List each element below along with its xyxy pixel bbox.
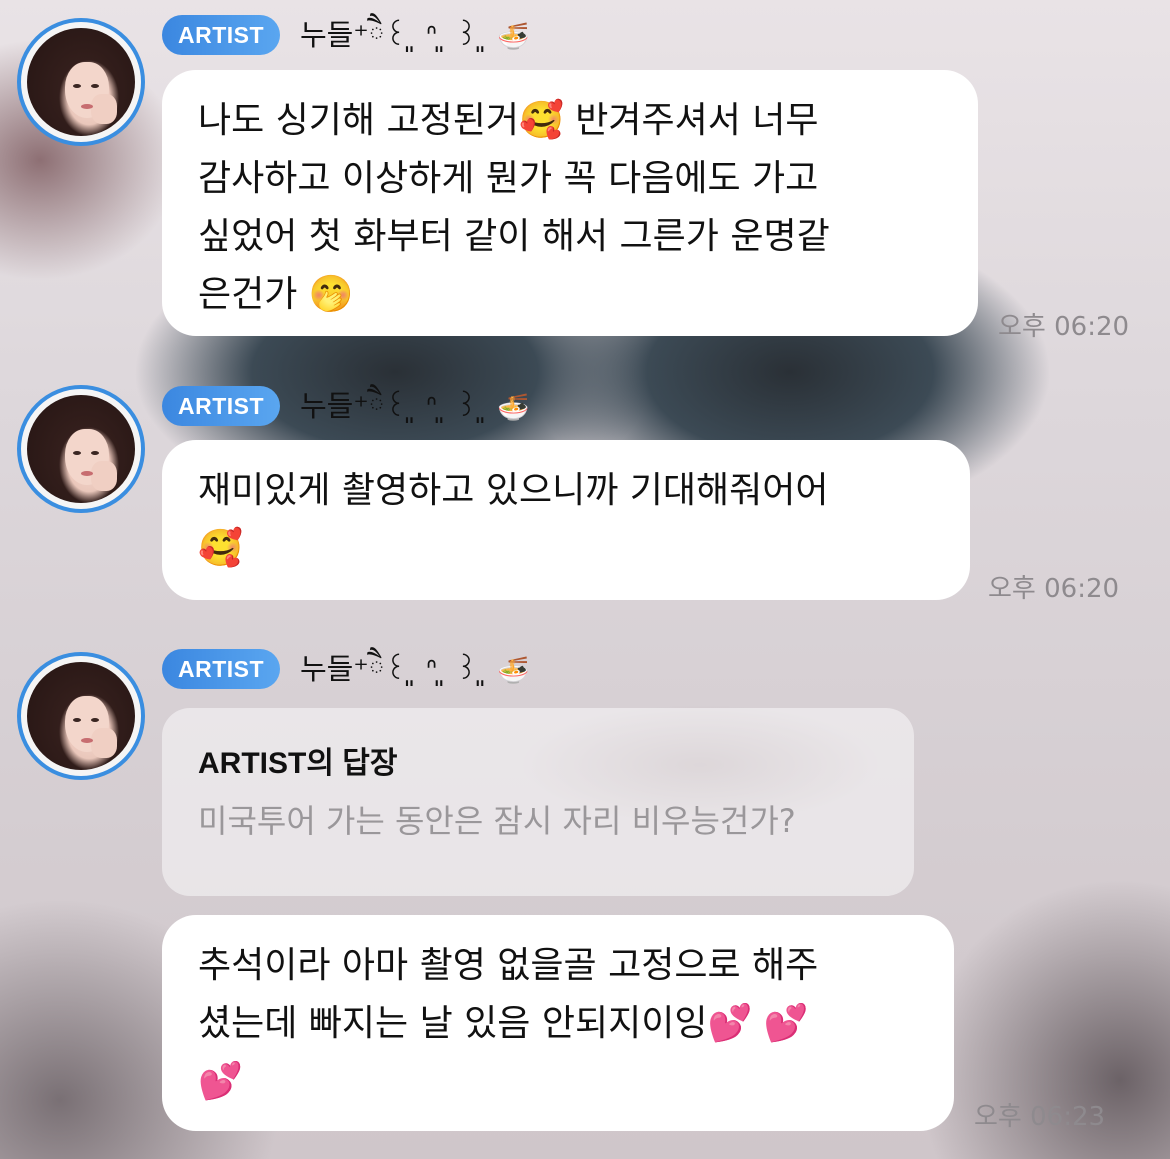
artist-avatar[interactable] — [17, 385, 145, 513]
message-timestamp: 오후 06:23 — [974, 1102, 1106, 1132]
ramen-icon: 🍜 — [497, 656, 530, 686]
artist-badge: ARTIST — [162, 15, 281, 55]
message-bubble[interactable]: 추석이라 아마 촬영 없을골 고정으로 해주 셨는데 빠지는 날 있음 안되지이… — [162, 915, 954, 1131]
reply-title: ARTIST의 답장 — [198, 747, 398, 780]
artist-badge: ARTIST — [162, 386, 281, 426]
avatar-photo — [27, 662, 135, 770]
reply-quoted-text: 미국투어 가는 동안은 잠시 자리 비우능건가? — [198, 802, 796, 840]
avatar-photo — [27, 395, 135, 503]
sender-nickname: 누들⁺ཻ꒰ ͈ ᐢ ͈ ꒱ ͈ 🍜 — [300, 652, 530, 686]
message-timestamp: 오후 06:20 — [988, 574, 1120, 604]
ramen-icon: 🍜 — [497, 22, 530, 52]
message-bubble[interactable]: 재미있게 촬영하고 있으니까 기대해줘어어 🥰 — [162, 440, 970, 600]
artist-avatar[interactable] — [17, 652, 145, 780]
artist-badge: ARTIST — [162, 649, 281, 689]
message-bubble[interactable]: 나도 싱기해 고정된거🥰 반겨주셔서 너무 감사하고 이상하게 뭔가 꼭 다음에… — [162, 70, 978, 336]
artist-avatar[interactable] — [17, 18, 145, 146]
avatar-photo — [27, 28, 135, 136]
ramen-icon: 🍜 — [497, 393, 530, 423]
message-timestamp: 오후 06:20 — [998, 312, 1130, 342]
sender-nickname: 누들⁺ཻ꒰ ͈ ᐢ ͈ ꒱ ͈ 🍜 — [300, 389, 530, 423]
sender-nickname: 누들⁺ཻ꒰ ͈ ᐢ ͈ ꒱ ͈ 🍜 — [300, 18, 530, 52]
reply-quote-box[interactable]: ARTIST의 답장 미국투어 가는 동안은 잠시 자리 비우능건가? — [162, 708, 914, 896]
